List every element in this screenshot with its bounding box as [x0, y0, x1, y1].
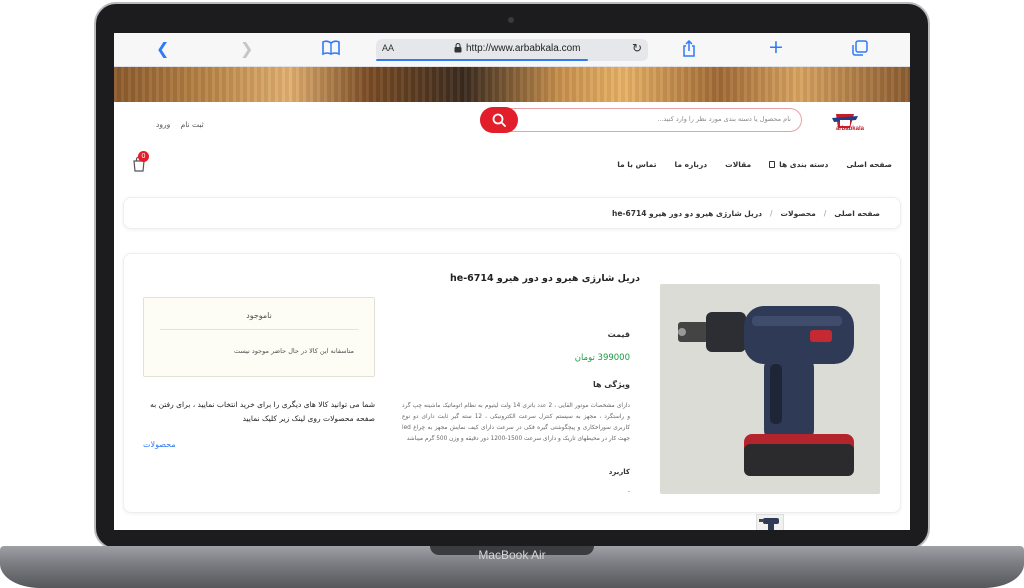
login-link[interactable]: ورود: [156, 120, 170, 129]
camera-dot: [508, 17, 514, 23]
auth-links: ثبت نام ورود: [152, 120, 208, 129]
breadcrumb-separator: /: [823, 209, 827, 218]
nav-item-about[interactable]: درباره ما: [675, 160, 708, 169]
product-image[interactable]: [660, 284, 880, 494]
logo-text: arbabkala: [835, 126, 864, 132]
suggestion-text: شما می توانید کالا های دیگری را برای خری…: [150, 400, 375, 423]
stock-divider: [160, 329, 358, 330]
drill-image: [660, 284, 880, 494]
search-button[interactable]: [480, 107, 518, 133]
usage-value: -: [627, 488, 630, 495]
nav-item-contact[interactable]: تماس با ما: [617, 160, 656, 169]
stock-status-title: ناموجود: [246, 311, 272, 320]
nav-item-home[interactable]: صفحه اصلی: [846, 160, 892, 169]
register-link[interactable]: ثبت نام: [181, 120, 204, 129]
plus-icon[interactable]: +: [768, 38, 784, 57]
usage-label: کاربرد: [608, 468, 630, 476]
reload-icon[interactable]: ↻: [632, 41, 642, 55]
lock-icon: [454, 43, 462, 53]
tabs-icon[interactable]: [852, 40, 868, 60]
out-of-stock-box: ناموجود متاسفانه این کالا در حال حاضر مو…: [143, 297, 375, 377]
cart-count-badge: 0: [138, 151, 149, 162]
breadcrumb-current: دریل شارژی هیرو دو دور هیرو he-6714: [612, 209, 762, 218]
products-link[interactable]: محصولات: [143, 440, 176, 449]
price-label: قیمت: [607, 330, 630, 339]
breadcrumb-separator: /: [769, 209, 773, 218]
browser-toolbar: ❮ ❯ AA http://www.arbabkala.com ↻ +: [114, 33, 910, 67]
breadcrumb-home[interactable]: صفحه اصلی: [834, 209, 880, 218]
screen: ❮ ❯ AA http://www.arbabkala.com ↻ + arba…: [114, 33, 910, 530]
nav-categories-label: دسته بندی ها: [779, 160, 829, 169]
main-nav: صفحه اصلی دسته بندی ها مقالات درباره ما …: [617, 160, 892, 169]
drill-thumbnail-image: [759, 518, 779, 530]
share-icon[interactable]: [682, 39, 696, 61]
search-placeholder: نام محصول یا دسته بندی مورد نظر را وارد …: [657, 115, 791, 123]
breadcrumb-products[interactable]: محصولات: [781, 209, 816, 218]
product-description: دارای مشخصات موتور القایی ، 2 عدد باتری …: [402, 403, 631, 442]
chevron-right-icon[interactable]: ❯: [240, 40, 253, 58]
chevron-left-icon[interactable]: ❮: [156, 40, 169, 58]
category-icon: [769, 161, 776, 168]
address-bar[interactable]: AA http://www.arbabkala.com ↻: [376, 39, 648, 61]
page-load-progress: [376, 59, 589, 61]
search-input[interactable]: نام محصول یا دسته بندی مورد نظر را وارد …: [480, 108, 802, 132]
product-title: دریل شارژی هیرو دو دور هیرو he-6714: [450, 273, 640, 284]
product-card: دریل شارژی هیرو دو دور هیرو he-6714 قیمت…: [123, 253, 901, 530]
breadcrumb: صفحه اصلی / محصولات / دریل شارژی هیرو دو دور…: [123, 197, 901, 229]
laptop-frame: MacBook Air ❮ ❯ AA http://www.arbabkala.…: [0, 0, 1024, 588]
reader-aa-button[interactable]: AA: [382, 43, 394, 53]
book-icon[interactable]: [322, 40, 340, 60]
product-price: 399000 تومان: [574, 353, 630, 363]
nav-item-articles[interactable]: مقالات: [725, 160, 751, 169]
url-text: http://www.arbabkala.com: [466, 43, 581, 54]
product-thumbnail[interactable]: [756, 514, 784, 530]
hero-banner-image: [114, 67, 910, 102]
site-logo[interactable]: [828, 110, 864, 136]
nav-item-categories[interactable]: دسته بندی ها: [769, 160, 828, 169]
features-label: ویژگی ها: [592, 380, 630, 389]
device-label: MacBook Air: [478, 548, 546, 562]
stock-message: متاسفانه این کالا در حال حاضر موجود نیست: [233, 347, 354, 355]
search-icon: [492, 113, 506, 127]
